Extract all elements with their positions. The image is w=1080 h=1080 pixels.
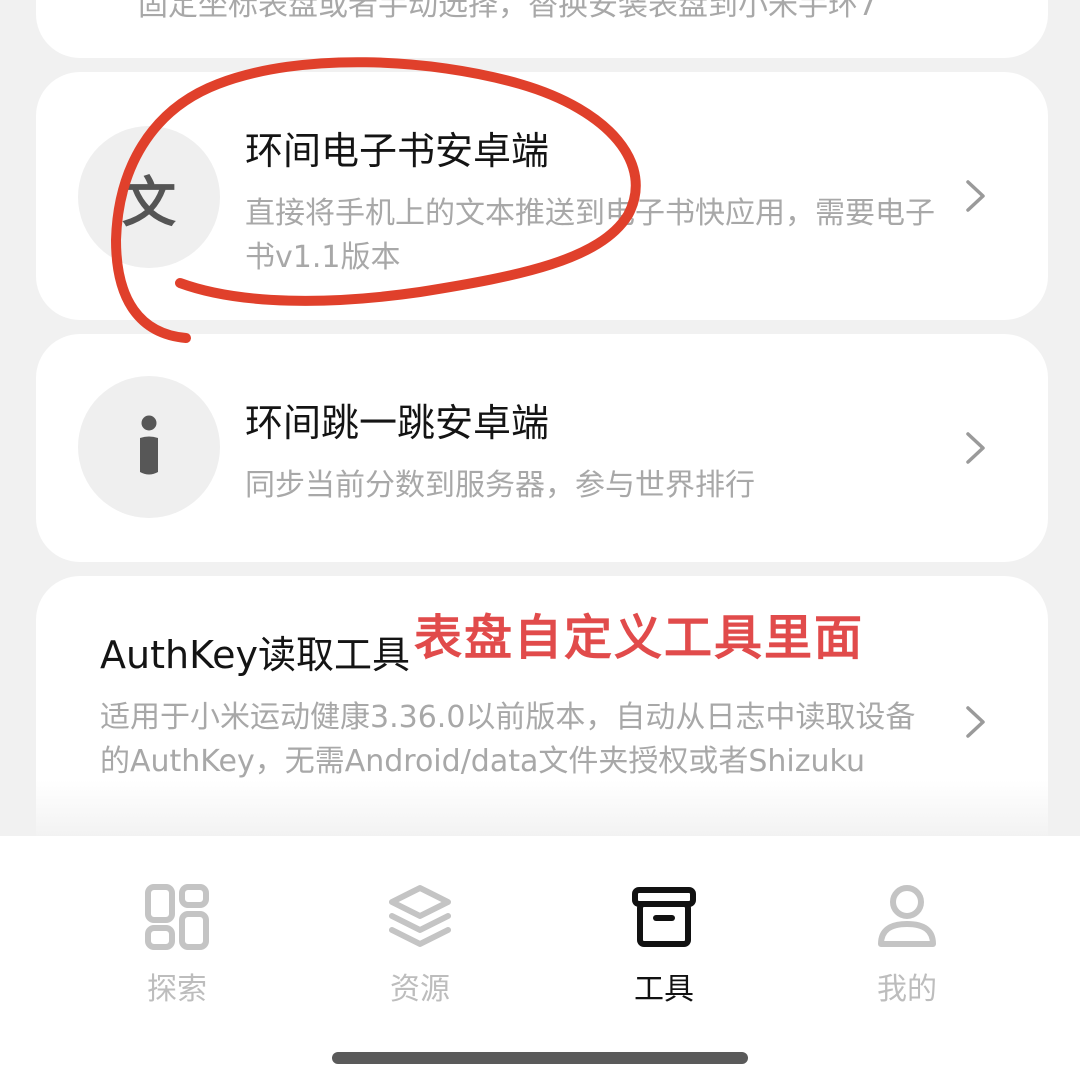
chevron-right-icon — [956, 702, 996, 742]
tool-card-jump-desc: 同步当前分数到服务器，参与世界排行 — [245, 468, 755, 503]
layers-icon — [388, 884, 452, 950]
nav-item-explore[interactable]: 探索 — [107, 884, 247, 1007]
ebook-icon-glyph: 文 — [122, 170, 176, 234]
user-icon — [875, 884, 939, 950]
tool-card-watchface-desc: 固定坐标表盘或者手动选择，替换安装表盘到小米手环7 — [138, 0, 878, 23]
nav-item-tools[interactable]: 工具 — [594, 884, 734, 1007]
tool-card-authkey-desc: 适用于小米运动健康3.36.0以前版本，自动从日志中读取设备的AuthKey，无… — [100, 700, 916, 779]
chevron-right-icon — [956, 176, 996, 216]
nav-item-resources[interactable]: 资源 — [350, 884, 490, 1007]
tool-card-ebook-title: 环间电子书安卓端 — [245, 129, 550, 173]
nav-label-tools: 工具 — [634, 972, 694, 1007]
annotation-text: 表盘自定义工具里面 — [414, 610, 865, 666]
tool-card-jump[interactable]: 环间跳一跳安卓端 同步当前分数到服务器，参与世界排行 — [36, 334, 1048, 562]
nav-label-mine: 我的 — [877, 972, 937, 1007]
bottom-nav: 探索 资源 工具 我的 — [0, 836, 1080, 1080]
home-indicator[interactable] — [332, 1052, 748, 1064]
tool-card-ebook-desc: 直接将手机上的文本推送到电子书快应用，需要电子书v1.1版本 — [245, 196, 935, 275]
ebook-icon: 文 — [78, 126, 220, 268]
nav-label-resources: 资源 — [390, 972, 450, 1007]
tool-card-authkey-title: AuthKey读取工具 — [100, 633, 410, 677]
info-icon — [78, 376, 220, 518]
grid-icon — [145, 884, 209, 950]
scroll-fade — [0, 780, 1080, 836]
nav-label-explore: 探索 — [147, 972, 207, 1007]
archive-box-icon — [632, 884, 696, 950]
tool-card-jump-title: 环间跳一跳安卓端 — [245, 401, 550, 445]
nav-item-mine[interactable]: 我的 — [837, 884, 977, 1007]
chevron-right-icon — [956, 428, 996, 468]
tool-card-ebook[interactable]: 文 环间电子书安卓端 直接将手机上的文本推送到电子书快应用，需要电子书v1.1版… — [36, 72, 1048, 320]
tool-card-watchface[interactable]: 固定坐标表盘或者手动选择，替换安装表盘到小米手环7 — [36, 0, 1048, 58]
